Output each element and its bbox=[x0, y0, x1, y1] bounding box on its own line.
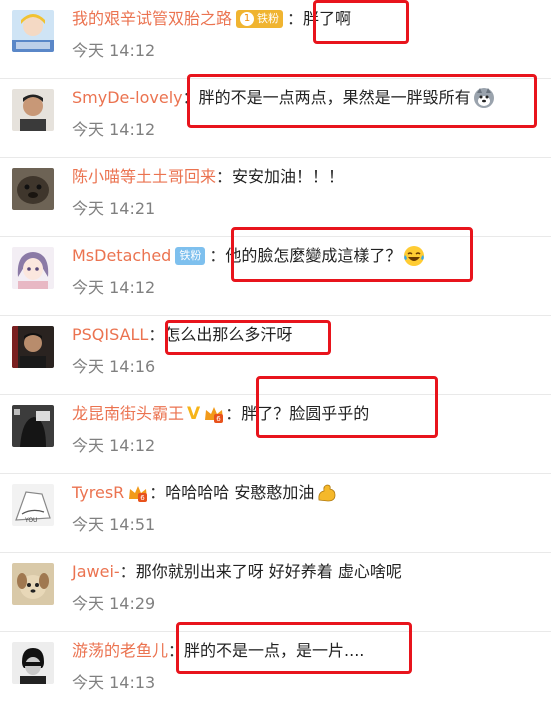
username[interactable]: TyresR bbox=[72, 479, 124, 507]
avatar[interactable] bbox=[12, 89, 54, 131]
avatar[interactable] bbox=[12, 326, 54, 368]
comment-item: 我的艰辛试管双胎之路 1 铁粉 ： 胖了啊 今天 14:12 bbox=[0, 0, 551, 79]
vip-crown-icon: 6 bbox=[203, 405, 225, 423]
husky-emoji bbox=[473, 87, 495, 109]
username[interactable]: MsDetached bbox=[72, 242, 171, 270]
comment-text: 胖的不是一点，是一片.... bbox=[184, 641, 365, 660]
comment-text: 他的臉怎麼變成這樣了？ bbox=[225, 246, 402, 265]
comment-item: 陈小喵等土土哥回来 ： 安安加油！！！ 今天 14:21 bbox=[0, 158, 551, 237]
comment-item: SmyDe-lovely ： 胖的不是一点两点，果然是一胖毁所有 今天 14:1… bbox=[0, 79, 551, 158]
timestamp: 今天 14:21 bbox=[72, 199, 156, 218]
fan-badge[interactable]: 1 铁粉 bbox=[236, 10, 284, 28]
separator: ： bbox=[287, 9, 304, 28]
svg-text:6: 6 bbox=[141, 494, 146, 502]
timestamp: 今天 14:12 bbox=[72, 436, 156, 455]
comment-item: YOU TyresR 6 ： 哈哈哈哈 安憨憨加油 今天 14:51 bbox=[0, 474, 551, 553]
timestamp: 今天 14:12 bbox=[72, 41, 156, 60]
separator: ： bbox=[148, 325, 165, 344]
separator: ： bbox=[149, 483, 166, 502]
svg-text:6: 6 bbox=[216, 415, 221, 423]
comment-text: 哈哈哈哈 安憨憨加油 bbox=[165, 483, 315, 502]
username[interactable]: Jawei- bbox=[72, 558, 120, 586]
timestamp: 今天 14:12 bbox=[72, 278, 156, 297]
comment-item: PSQISALL ： 怎么出那么多汗呀 今天 14:16 bbox=[0, 316, 551, 395]
timestamp: 今天 14:29 bbox=[72, 594, 156, 613]
fan-badge-label: 铁粉 bbox=[179, 249, 202, 262]
separator: ： bbox=[225, 404, 242, 423]
username[interactable]: PSQISALL bbox=[72, 321, 148, 349]
comment-text: 那你就别出来了呀 好好养着 虚心啥呢 bbox=[135, 562, 402, 581]
username[interactable]: 我的艰辛试管双胎之路 bbox=[72, 5, 232, 33]
comment-text: 胖了啊 bbox=[303, 9, 352, 28]
comment-item: 龙昆南街头霸王 V 6 ： 胖了？脸圆乎乎的 今天 14:12 bbox=[0, 395, 551, 474]
separator: ： bbox=[119, 562, 136, 581]
username[interactable]: 龙昆南街头霸王 bbox=[72, 400, 184, 428]
timestamp: 今天 14:51 bbox=[72, 515, 156, 534]
avatar[interactable] bbox=[12, 247, 54, 289]
username[interactable]: SmyDe-lovely bbox=[72, 84, 183, 112]
separator: ： bbox=[168, 641, 185, 660]
separator: ： bbox=[216, 167, 233, 186]
avatar[interactable] bbox=[12, 168, 54, 210]
separator: ： bbox=[209, 246, 226, 265]
timestamp: 今天 14:13 bbox=[72, 673, 156, 692]
username[interactable]: 游荡的老鱼儿 bbox=[72, 637, 168, 665]
avatar[interactable] bbox=[12, 642, 54, 684]
timestamp: 今天 14:16 bbox=[72, 357, 156, 376]
fan-badge[interactable]: 铁粉 bbox=[175, 247, 206, 265]
username[interactable]: 陈小喵等土土哥回来 bbox=[72, 163, 216, 191]
avatar[interactable] bbox=[12, 405, 54, 447]
comment-text: 安安加油！！！ bbox=[232, 167, 345, 186]
comment-text: 胖了？脸圆乎乎的 bbox=[241, 404, 370, 423]
fan-level: 1 bbox=[240, 12, 255, 26]
comment-text: 怎么出那么多汗呀 bbox=[164, 325, 293, 344]
fan-badge-label: 铁粉 bbox=[257, 12, 280, 25]
comment-text: 胖的不是一点两点，果然是一胖毁所有 bbox=[198, 88, 471, 107]
timestamp: 今天 14:12 bbox=[72, 120, 156, 139]
avatar[interactable]: YOU bbox=[12, 484, 54, 526]
separator: ： bbox=[182, 88, 199, 107]
flex-arm-emoji bbox=[316, 482, 338, 504]
vip-crown-icon: 6 bbox=[127, 484, 149, 502]
avatar[interactable] bbox=[12, 563, 54, 605]
laugh-cry-emoji bbox=[403, 245, 425, 267]
svg-text:YOU: YOU bbox=[24, 517, 37, 524]
avatar[interactable] bbox=[12, 10, 54, 52]
comment-item: 游荡的老鱼儿 ： 胖的不是一点，是一片.... 今天 14:13 bbox=[0, 632, 551, 711]
comment-item: MsDetached 铁粉 ： 他的臉怎麼變成這樣了？ 今天 14:12 bbox=[0, 237, 551, 316]
comment-list: 我的艰辛试管双胎之路 1 铁粉 ： 胖了啊 今天 14:12 SmyDe-love… bbox=[0, 0, 551, 695]
verified-v-icon: V bbox=[187, 404, 201, 424]
comment-item: Jawei- ： 那你就别出来了呀 好好养着 虚心啥呢 今天 14:29 bbox=[0, 553, 551, 632]
